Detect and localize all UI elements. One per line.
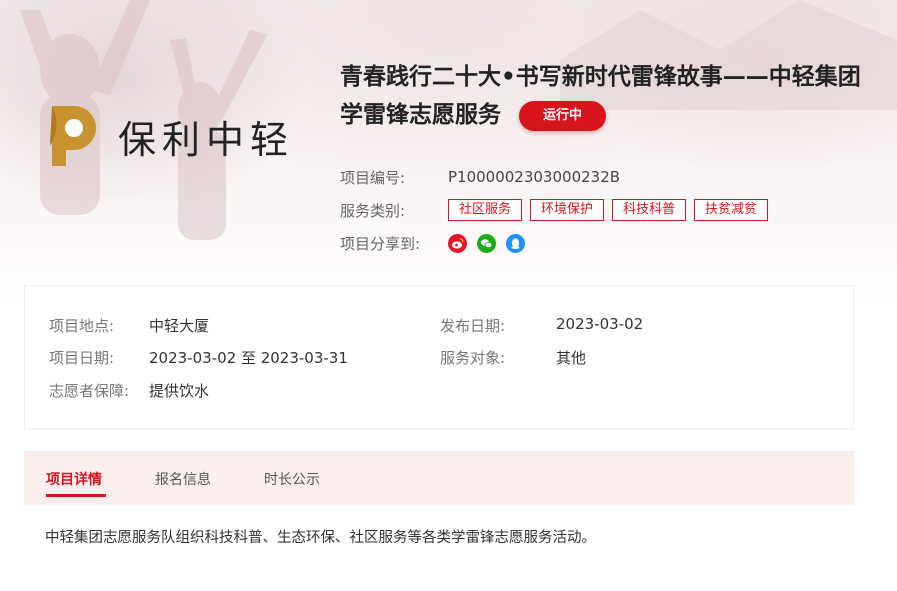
active-tab-indicator [46,494,106,497]
location-label: 项目地点: [49,317,115,335]
project-date-label: 项目日期: [49,349,115,367]
project-info-card: 项目地点: 中轻大厦 项目日期: 2023-03-02 至 2023-03-31… [24,285,854,429]
project-meta: 项目编号: P1000002303000232B 服务类别: 社区服务 环境保护… [340,166,776,265]
location-value: 中轻大厦 [149,317,210,335]
volunteer-guarantee-label: 志愿者保障: [49,382,130,400]
project-date-row: 项目日期: 2023-03-02 至 2023-03-31 [49,347,348,368]
weibo-icon[interactable] [448,233,467,253]
category-tag: 环境保护 [530,199,605,221]
project-header: 青春践行二十大•书写新时代雷锋故事——中轻集团学雷锋志愿服务 运行中 [340,58,870,134]
service-target-label: 服务对象: [440,349,506,367]
publish-date-value: 2023-03-02 [556,315,644,333]
publish-date-label: 发布日期: [440,317,506,335]
tab-duration-publicity[interactable]: 时长公示 [264,469,320,489]
logo: 保利中轻 [44,100,294,172]
volunteer-guarantee-value: 提供饮水 [149,382,210,400]
tab-registration-info[interactable]: 报名信息 [155,469,211,489]
service-category-row: 服务类别: 社区服务 环境保护 科技科普 扶贫减贫 [340,199,776,221]
poly-logo-icon [50,106,96,166]
project-id-value: P1000002303000232B [448,168,621,186]
volunteer-guarantee-row: 志愿者保障: 提供饮水 [49,380,209,401]
status-badge: 运行中 [519,100,607,131]
category-tag: 扶贫减贫 [694,199,769,221]
qq-icon[interactable] [506,233,525,253]
project-title: 青春践行二十大•书写新时代雷锋故事——中轻集团学雷锋志愿服务 运行中 [340,58,870,134]
service-target-value: 其他 [556,349,587,367]
logo-text: 保利中轻 [118,117,295,162]
project-date-value: 2023-03-02 至 2023-03-31 [149,349,348,367]
service-category-label: 服务类别: [340,201,406,220]
category-tag: 科技科普 [612,199,687,221]
project-detail-text: 中轻集团志愿服务队组织科技科普、生态环保、社区服务等各类学雷锋志愿服务活动。 [45,530,596,546]
wechat-icon[interactable] [477,233,496,253]
location-row: 项目地点: 中轻大厦 [49,315,209,336]
project-id-label: 项目编号: [340,168,406,187]
tabs-bar: 项目详情 报名信息 时长公示 [24,451,854,505]
tab-project-details[interactable]: 项目详情 [46,469,102,489]
project-id-row: 项目编号: P1000002303000232B [340,166,776,188]
share-row: 项目分享到: [340,232,776,254]
publish-date-row: 发布日期: 2023-03-02 [440,315,643,336]
category-tag: 社区服务 [448,199,523,221]
service-target-row: 服务对象: 其他 [440,347,586,368]
share-label: 项目分享到: [340,234,421,253]
